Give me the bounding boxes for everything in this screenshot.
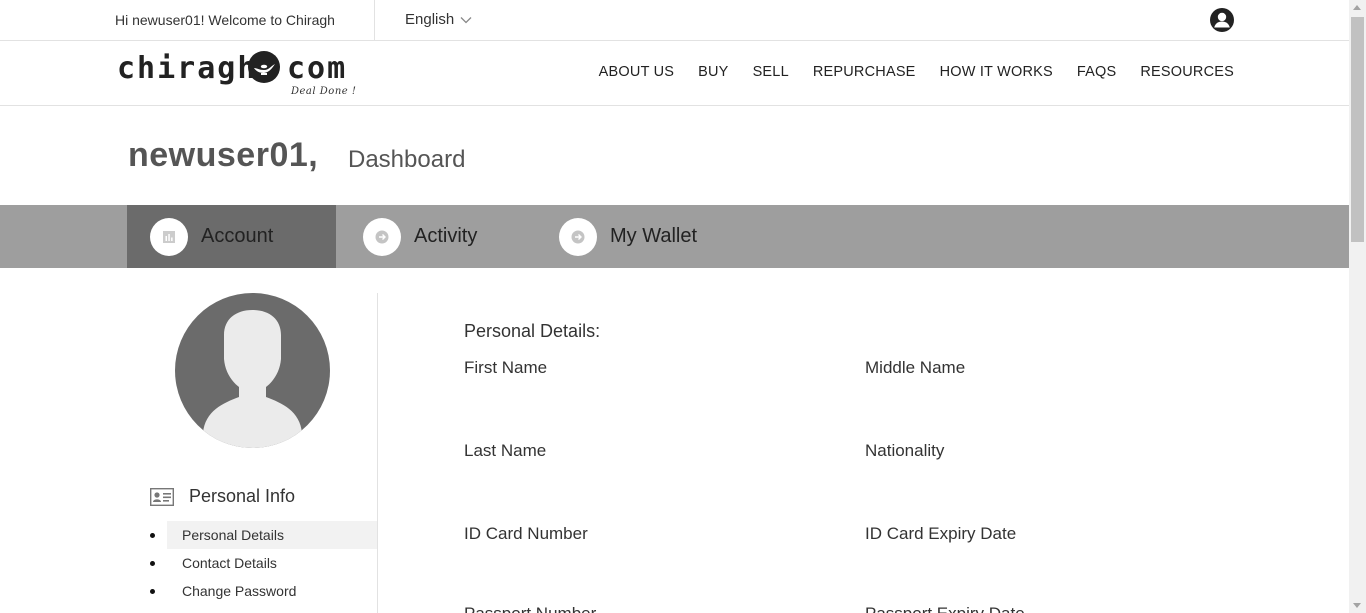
- profile-sidebar: Personal Info Personal Details Contact D…: [127, 293, 378, 613]
- divider: [374, 0, 375, 40]
- scroll-up-icon[interactable]: [1353, 5, 1361, 10]
- first-name-label: First Name: [464, 358, 548, 377]
- sidebar-menu: Personal Details Contact Details Change …: [127, 521, 377, 605]
- username-heading: newuser01,: [128, 136, 319, 174]
- scrollbar-thumb[interactable]: [1351, 17, 1364, 242]
- nav-buy[interactable]: BUY: [698, 64, 728, 80]
- tab-my-wallet[interactable]: My Wallet: [559, 205, 697, 268]
- page-scrollbar[interactable]: [1349, 0, 1366, 613]
- dashboard-tabs: Account Activity My Wallet: [0, 205, 1349, 268]
- id-card-icon: [150, 487, 174, 506]
- nav-faqs[interactable]: FAQS: [1077, 64, 1116, 80]
- language-selector[interactable]: English: [405, 11, 472, 28]
- nav-resources[interactable]: RESOURCES: [1140, 64, 1234, 80]
- nav-about-us[interactable]: ABOUT US: [599, 64, 674, 80]
- arrow-right-circle-icon: [375, 230, 389, 243]
- chart-icon: [163, 230, 175, 243]
- logo-word-right: com: [287, 51, 348, 86]
- nav-how-it-works[interactable]: HOW IT WORKS: [940, 64, 1053, 80]
- page: Hi newuser01! Welcome to Chiragh English…: [0, 0, 1349, 613]
- section-title: Personal Details:: [464, 321, 601, 341]
- tab-label: Account: [201, 225, 274, 247]
- logo-word-left: chiragh: [117, 51, 258, 86]
- avatar-placeholder-icon[interactable]: [175, 293, 330, 448]
- sidebar-item-personal-details[interactable]: Personal Details: [150, 521, 377, 549]
- last-name-label: Last Name: [464, 441, 547, 460]
- top-bar: Hi newuser01! Welcome to Chiragh English: [0, 0, 1349, 41]
- tab-account[interactable]: Account: [127, 205, 336, 268]
- scroll-down-icon[interactable]: [1353, 603, 1361, 608]
- nav-repurchase[interactable]: REPURCHASE: [813, 64, 916, 80]
- tab-label: My Wallet: [610, 225, 698, 247]
- passport-expiry-date-label: Passport Expiry Date: [865, 604, 1025, 613]
- sidebar-item-change-password[interactable]: Change Password: [127, 577, 377, 605]
- lamp-icon: [248, 51, 280, 83]
- arrow-right-circle-icon: [571, 230, 585, 243]
- tab-label: Activity: [414, 225, 478, 247]
- id-card-expiry-date-label: ID Card Expiry Date: [865, 524, 1017, 543]
- passport-number-label: Passport Number: [464, 604, 596, 613]
- main-nav: ABOUT US BUY SELL REPURCHASE HOW IT WORK…: [599, 64, 1234, 80]
- page-title: Dashboard: [348, 146, 466, 173]
- sidebar-item-contact-details[interactable]: Contact Details: [127, 549, 377, 577]
- tab-activity[interactable]: Activity: [363, 205, 477, 268]
- tab-icon-wrap: [150, 217, 188, 256]
- user-circle-icon[interactable]: [1209, 7, 1235, 33]
- nationality-label: Nationality: [865, 441, 945, 460]
- language-label: English: [405, 11, 455, 28]
- logo[interactable]: chiragh com Deal Done !: [117, 47, 357, 103]
- main-header: chiragh com Deal Done ! ABOUT US BUY SEL…: [0, 41, 1349, 106]
- tab-icon-wrap: [559, 217, 597, 256]
- middle-name-label: Middle Name: [865, 358, 966, 377]
- chevron-down-icon: [460, 16, 472, 23]
- tab-icon-wrap: [363, 217, 401, 256]
- welcome-message: Hi newuser01! Welcome to Chiragh: [115, 12, 335, 28]
- personal-info-heading: Personal Info: [150, 486, 295, 507]
- id-card-number-label: ID Card Number: [464, 524, 588, 543]
- logo-tagline: Deal Done !: [291, 86, 357, 97]
- nav-sell[interactable]: SELL: [753, 64, 789, 80]
- personal-info-label: Personal Info: [189, 486, 296, 506]
